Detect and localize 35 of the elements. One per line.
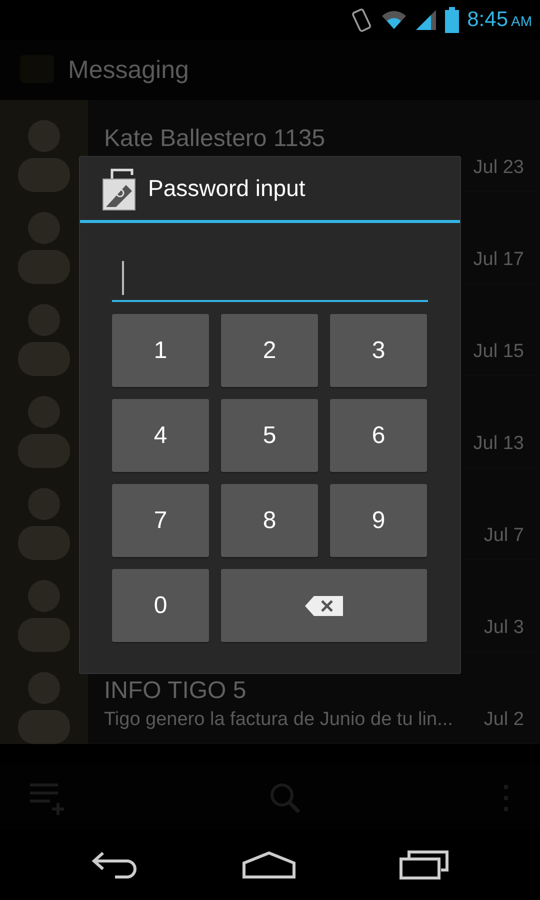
message-date: Jul 15 bbox=[473, 341, 524, 363]
message-date: Jul 3 bbox=[484, 617, 524, 639]
battery-icon bbox=[445, 7, 460, 33]
clock-meridiem: AM bbox=[511, 13, 532, 29]
message-date: Jul 2 bbox=[484, 709, 524, 731]
signal-icon bbox=[415, 9, 438, 31]
clock-time: 8:45 bbox=[467, 8, 508, 32]
message-snippet: Tigo genero la factura de Junio de tu lin... bbox=[104, 709, 453, 731]
contact-name: INFO TIGO 5 bbox=[104, 677, 248, 705]
keypad-key[interactable]: 1 bbox=[112, 314, 209, 387]
dialog-title: Password input bbox=[148, 175, 306, 202]
lock-picture-icon bbox=[102, 166, 136, 210]
app-title: Messaging bbox=[68, 56, 189, 84]
backspace-key[interactable] bbox=[221, 569, 427, 642]
keypad-key[interactable]: 0 bbox=[112, 569, 209, 642]
keypad-key[interactable]: 7 bbox=[112, 484, 209, 557]
keypad-key[interactable]: 3 bbox=[330, 314, 427, 387]
wifi-icon bbox=[381, 9, 408, 31]
keypad-key[interactable]: 4 bbox=[112, 399, 209, 472]
keypad-key[interactable]: 2 bbox=[221, 314, 318, 387]
message-date: Jul 13 bbox=[473, 433, 524, 455]
message-date: Jul 17 bbox=[473, 249, 524, 271]
vibrate-icon bbox=[351, 7, 374, 33]
recent-apps-icon[interactable] bbox=[398, 850, 449, 880]
text-cursor bbox=[122, 261, 124, 295]
back-icon[interactable] bbox=[91, 851, 140, 879]
contact-name: Kate Ballestero 1135 bbox=[104, 125, 326, 153]
message-date: Jul 23 bbox=[473, 157, 524, 179]
keypad-key[interactable]: 9 bbox=[330, 484, 427, 557]
backspace-icon bbox=[304, 594, 344, 616]
keypad-key[interactable]: 8 bbox=[221, 484, 318, 557]
keypad-key[interactable]: 6 bbox=[330, 399, 427, 472]
keypad-key[interactable]: 5 bbox=[221, 399, 318, 472]
message-date: Jul 7 bbox=[484, 525, 524, 547]
home-icon[interactable] bbox=[242, 851, 296, 879]
